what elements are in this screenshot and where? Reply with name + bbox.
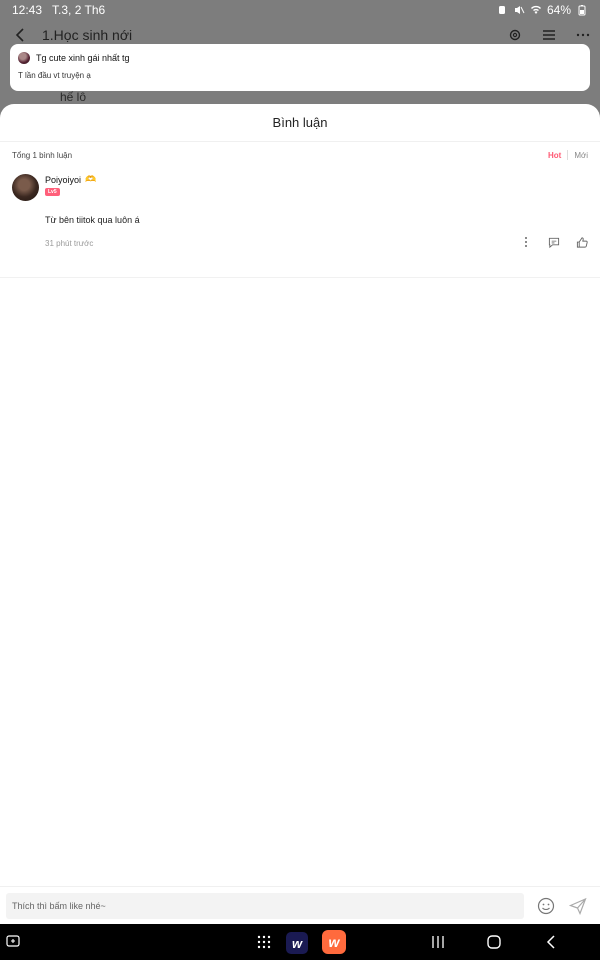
like-icon[interactable] [576,236,588,248]
comment-user-emoji: 🫶 [85,174,97,184]
comment-item: Poiyoiyoi 🫶 Lv5 Từ bên tiitok qua luôn á… [0,168,600,278]
notification-card[interactable]: Tg cute xinh gái nhất tg T lần đầu vt tr… [10,44,590,91]
sort-hot-tab[interactable]: Hot [548,151,561,160]
screenshot-icon[interactable] [6,934,20,948]
sort-new-tab[interactable]: Mới [574,151,588,160]
home-icon[interactable] [486,934,502,950]
battery-level: 64% [546,3,571,17]
comment-input-bar [0,886,600,924]
comment-username: Poiyoiyoi [45,174,82,185]
status-time: 12:43 [12,3,43,17]
wattpad-app-icon[interactable]: w [286,932,308,954]
more-vertical-icon[interactable] [520,236,532,248]
sheet-title: Bình luận [0,104,600,142]
nav-back-icon[interactable] [543,934,559,950]
system-nav-bar: w w [0,924,600,960]
alarm-icon [498,6,505,14]
sort-toggle: Hot Mới [548,150,588,160]
list-icon[interactable] [540,26,558,44]
recent-apps-icon[interactable] [430,934,446,950]
settings-icon[interactable] [506,26,524,44]
comment-subbar: Tổng 1 bình luận Hot Mới [0,142,600,168]
mute-icon [514,6,525,14]
wifi-icon [530,5,541,14]
comment-time: 31 phút trước [45,239,94,248]
reply-icon[interactable] [548,236,560,248]
chapter-body-text: hế lô [60,90,87,104]
comment-total: Tổng 1 bình luận [12,150,73,160]
comment-text: Từ bên tiitok qua luôn á [45,215,140,225]
comment-sheet: Bình luận Tổng 1 bình luận Hot Mới Poiyo… [0,104,600,922]
status-bar: 12:43 T.3, 2 Th6 64% [0,0,600,20]
comment-actions [520,236,588,248]
sort-divider [567,150,569,160]
comment-input[interactable] [6,892,524,919]
wattpad-orange-app-icon[interactable]: w [322,930,346,954]
avatar[interactable] [12,174,39,201]
reader-actions [506,26,592,44]
status-icons: 64% [496,3,588,17]
notification-sender: Tg cute xinh gái nhất tg [36,53,130,63]
comment-user[interactable]: Poiyoiyoi 🫶 [45,174,96,185]
apps-grid-icon[interactable] [256,934,272,950]
battery-icon [578,5,586,16]
notification-message: T lần đầu vt truyện ạ [18,71,91,80]
level-badge: Lv5 [45,188,60,196]
chapter-title: 1.Học sinh nới [42,27,133,43]
emoji-icon[interactable] [536,896,556,916]
more-icon[interactable] [574,26,592,44]
sender-avatar [18,52,30,64]
send-icon[interactable] [568,896,588,916]
status-date: T.3, 2 Th6 [52,3,106,17]
